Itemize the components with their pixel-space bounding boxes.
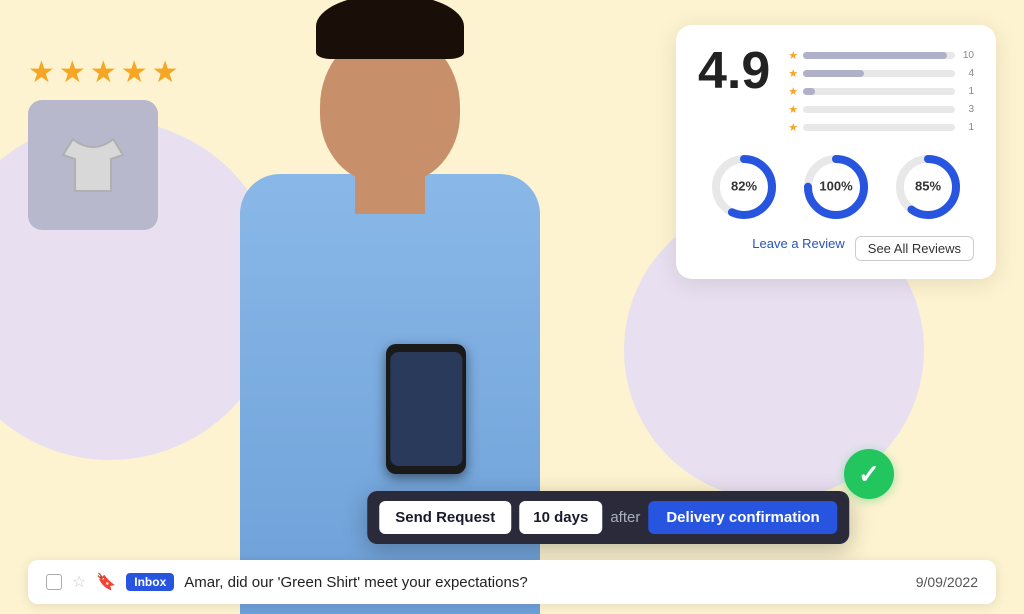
email-notification-bar[interactable]: ☆ 🔖 Inbox Amar, did our 'Green Shirt' me… (28, 560, 996, 604)
donut-row: 82% 100% 85% (698, 152, 974, 222)
rating-bar-row-1: ★ 10 (788, 49, 974, 62)
rating-bar-row-5: ★ 1 (788, 121, 974, 134)
bar-star-3: ★ (788, 85, 798, 98)
bar-count-2: 4 (960, 68, 974, 79)
rating-bar-row-2: ★ 4 (788, 67, 974, 80)
bar-star-1: ★ (788, 49, 798, 62)
email-bookmark-icon[interactable]: 🔖 (96, 572, 116, 592)
see-all-reviews-button[interactable]: See All Reviews (855, 236, 974, 261)
star-1: ★ (28, 55, 55, 90)
after-label: after (610, 509, 640, 526)
star-3: ★ (90, 55, 117, 90)
donut-text-3: 85% (915, 178, 941, 193)
donut-text-1: 82% (731, 178, 757, 193)
leave-review-link[interactable]: Leave a Review (752, 236, 845, 261)
email-date: 9/09/2022 (916, 574, 978, 590)
reviews-actions[interactable]: Leave a Review See All Reviews (698, 236, 974, 261)
bar-track-2 (803, 70, 955, 77)
bar-count-4: 3 (960, 104, 974, 115)
email-star-icon[interactable]: ☆ (72, 572, 86, 592)
bar-fill-3 (803, 88, 815, 95)
donut-svg-2: 100% (801, 152, 871, 222)
days-display: 10 days (519, 501, 602, 534)
star-4: ★ (121, 55, 148, 90)
bar-track-1 (803, 52, 955, 59)
checkmark-icon: ✓ (858, 461, 880, 487)
star-rating-display: ★ ★ ★ ★ ★ (28, 55, 179, 90)
rating-bar-row-3: ★ 1 (788, 85, 974, 98)
success-check-badge: ✓ (844, 449, 894, 499)
bar-count-3: 1 (960, 86, 974, 97)
send-request-button[interactable]: Send Request (379, 501, 511, 534)
bar-star-2: ★ (788, 67, 798, 80)
donut-text-2: 100% (819, 178, 853, 193)
automation-toolbar: Send Request 10 days after Delivery conf… (367, 491, 849, 544)
inbox-badge: Inbox (126, 573, 174, 591)
star-2: ★ (59, 55, 86, 90)
reviews-top: 4.9 ★ 10 ★ 4 ★ 1 ★ 3 (698, 45, 974, 134)
product-card (28, 100, 158, 230)
donut-item-1: 82% (709, 152, 779, 222)
bar-star-4: ★ (788, 103, 798, 116)
email-checkbox[interactable] (46, 574, 62, 590)
bar-track-4 (803, 106, 955, 113)
donut-svg-1: 82% (709, 152, 779, 222)
donut-svg-3: 85% (893, 152, 963, 222)
tshirt-icon (53, 129, 133, 201)
bar-fill-2 (803, 70, 864, 77)
bar-track-5 (803, 124, 955, 131)
donut-item-3: 85% (893, 152, 963, 222)
rating-bar-row-4: ★ 3 (788, 103, 974, 116)
rating-bars: ★ 10 ★ 4 ★ 1 ★ 3 ★ (788, 45, 974, 134)
overall-rating: 4.9 (698, 45, 770, 97)
bar-count-1: 10 (960, 50, 974, 61)
donut-item-2: 100% (801, 152, 871, 222)
email-subject: Amar, did our 'Green Shirt' meet your ex… (184, 574, 905, 591)
reviews-panel: 4.9 ★ 10 ★ 4 ★ 1 ★ 3 (676, 25, 996, 279)
bar-count-5: 1 (960, 122, 974, 133)
bar-fill-1 (803, 52, 947, 59)
bar-star-5: ★ (788, 121, 798, 134)
delivery-confirmation-button[interactable]: Delivery confirmation (648, 501, 837, 534)
bar-track-3 (803, 88, 955, 95)
star-5: ★ (152, 55, 179, 90)
